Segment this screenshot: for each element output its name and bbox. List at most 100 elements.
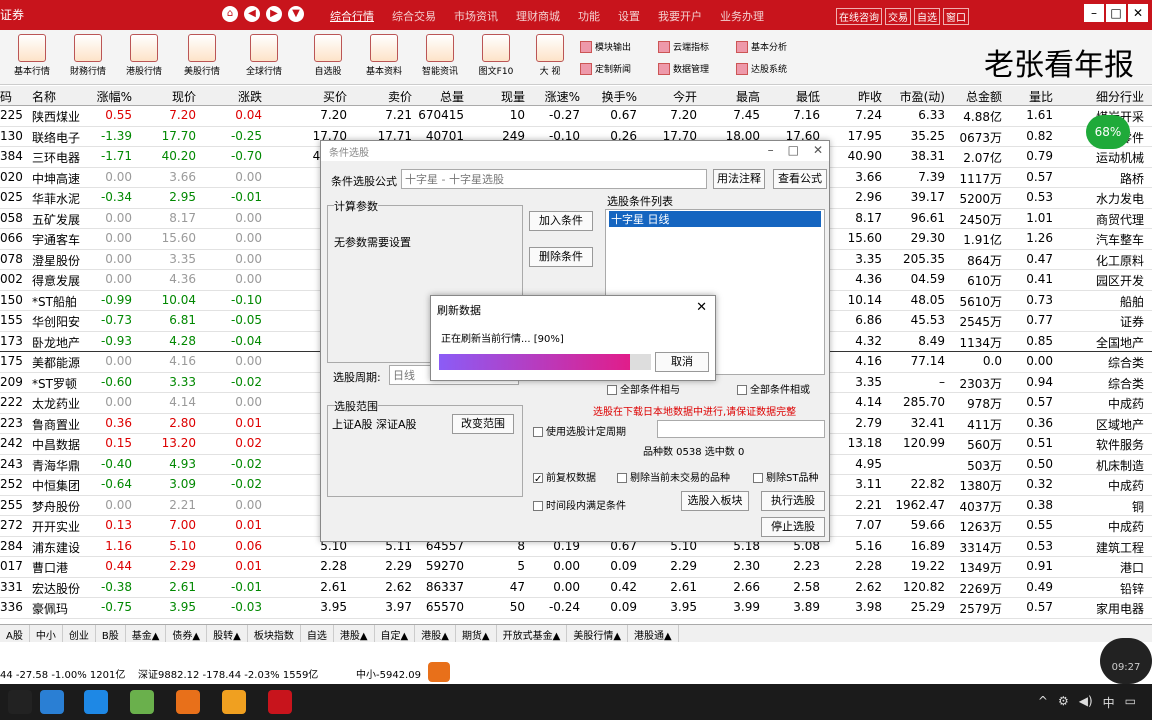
ime-icon[interactable] bbox=[428, 662, 450, 682]
home-icon[interactable]: ⌂ bbox=[222, 6, 238, 22]
market-tab[interactable]: 自选 bbox=[301, 625, 334, 642]
column-header[interactable]: 涨跌 bbox=[238, 88, 262, 105]
column-header[interactable]: 总量 bbox=[440, 88, 464, 105]
app-icon[interactable] bbox=[130, 690, 154, 714]
minimize-icon[interactable]: – bbox=[768, 143, 774, 157]
close-icon[interactable]: ✕ bbox=[1128, 4, 1148, 22]
menu-item[interactable]: 综合行情 bbox=[330, 8, 374, 24]
app-icon[interactable] bbox=[176, 690, 200, 714]
view-formula-button[interactable]: 查看公式 bbox=[773, 169, 827, 189]
toolbar-button[interactable]: 全球行情 bbox=[236, 34, 292, 77]
market-tab[interactable]: 开放式基金▲ bbox=[497, 625, 568, 642]
market-tab[interactable]: 债券▲ bbox=[166, 625, 208, 642]
column-header[interactable]: 最高 bbox=[736, 88, 760, 105]
explorer-icon[interactable] bbox=[40, 690, 64, 714]
menu-item[interactable]: 业务办理 bbox=[720, 8, 764, 24]
toolbar-button[interactable]: 智能资讯 bbox=[412, 34, 468, 77]
delete-condition-button[interactable]: 删除条件 bbox=[529, 247, 593, 267]
maximize-icon[interactable]: □ bbox=[788, 143, 799, 157]
market-tab[interactable]: 创业 bbox=[63, 625, 96, 642]
quick-menu-item[interactable]: 在线咨询 bbox=[836, 8, 882, 25]
column-header[interactable]: 量比 bbox=[1029, 88, 1053, 105]
market-tab[interactable]: 股转▲ bbox=[207, 625, 248, 642]
market-tab[interactable]: 港股▲ bbox=[415, 625, 456, 642]
column-header[interactable]: 涨速% bbox=[545, 88, 580, 105]
back-icon[interactable]: ◀ bbox=[244, 6, 260, 22]
column-header[interactable]: 买价 bbox=[323, 88, 347, 105]
toolbar-button[interactable]: 图文F10 bbox=[468, 34, 524, 77]
menu-item[interactable]: 理财商城 bbox=[516, 8, 560, 24]
column-header[interactable]: 今开 bbox=[673, 88, 697, 105]
column-header[interactable]: 细分行业 bbox=[1096, 88, 1144, 105]
menu-item[interactable]: 我要开户 bbox=[658, 8, 702, 24]
market-tab[interactable]: B股 bbox=[96, 625, 126, 642]
dropdown-icon[interactable]: ▼ bbox=[288, 6, 304, 22]
menu-item[interactable]: 设置 bbox=[618, 8, 640, 24]
quick-menu-item[interactable]: 自选 bbox=[914, 8, 940, 25]
column-header[interactable]: 换手% bbox=[602, 88, 637, 105]
market-tab[interactable]: 港股▲ bbox=[334, 625, 375, 642]
menu-item[interactable]: 综合交易 bbox=[392, 8, 436, 24]
menu-item[interactable]: 功能 bbox=[578, 8, 600, 24]
column-header[interactable]: 最低 bbox=[796, 88, 820, 105]
toolbar-button[interactable]: 港股行情 bbox=[116, 34, 172, 77]
use-formula-button[interactable]: 用法注释 bbox=[713, 169, 765, 189]
market-tab[interactable]: 板块指数 bbox=[248, 625, 301, 642]
formula-select[interactable]: 十字星 - 十字星选股 bbox=[401, 169, 707, 189]
close-icon[interactable]: ✕ bbox=[813, 143, 823, 157]
forward-icon[interactable]: ▶ bbox=[266, 6, 282, 22]
column-header[interactable]: 现价 bbox=[172, 88, 196, 105]
table-row[interactable]: 331 宏达股份 -0.38 2.61 -0.01 2.61 2.62 86337 47 0.00… bbox=[0, 578, 1152, 598]
market-tab[interactable]: 美股行情▲ bbox=[567, 625, 629, 642]
start-icon[interactable] bbox=[8, 690, 32, 714]
toolbar-small-button[interactable]: 数据管理 bbox=[658, 62, 709, 75]
toolbar-button[interactable]: 自选股 bbox=[300, 34, 356, 77]
quick-menu-item[interactable]: 窗口 bbox=[943, 8, 969, 25]
column-header[interactable]: 现量 bbox=[501, 88, 525, 105]
toolbar-button[interactable]: 美股行情 bbox=[174, 34, 230, 77]
minimize-icon[interactable]: – bbox=[1084, 4, 1104, 22]
toolbar-button[interactable]: 基本资料 bbox=[356, 34, 412, 77]
time-range-checkbox[interactable]: 时间段内满足条件 bbox=[533, 497, 626, 512]
column-header[interactable]: 市盈(动) bbox=[900, 88, 945, 105]
table-row[interactable]: 225 陕西煤业 0.55 7.20 0.04 7.20 7.21 670415 10 -0.27… bbox=[0, 106, 1152, 127]
column-header[interactable]: 名称 bbox=[32, 88, 56, 105]
menu-item[interactable]: 市场资讯 bbox=[454, 8, 498, 24]
toolbar-button[interactable]: 大 视 bbox=[522, 34, 578, 77]
add-condition-button[interactable]: 加入条件 bbox=[529, 211, 593, 231]
period-checkbox[interactable]: 使用选股计定周期 bbox=[533, 423, 626, 438]
toolbar-small-button[interactable]: 基本分析 bbox=[736, 40, 787, 53]
period-field[interactable] bbox=[657, 420, 825, 438]
stock-app-icon[interactable] bbox=[268, 690, 292, 714]
column-header[interactable]: 涨幅% bbox=[97, 88, 132, 105]
toolbar-small-button[interactable]: 达股系统 bbox=[736, 62, 787, 75]
market-tab[interactable]: 基金▲ bbox=[126, 625, 167, 642]
stop-button[interactable]: 停止选股 bbox=[761, 517, 825, 537]
to-block-button[interactable]: 选股入板块 bbox=[681, 491, 749, 511]
condition-item[interactable]: 十字星 日线 bbox=[609, 211, 821, 227]
prev-adjust-checkbox[interactable]: ✓ 前复权数据 bbox=[533, 469, 596, 485]
change-scope-button[interactable]: 改变范围 bbox=[452, 414, 514, 434]
table-row[interactable]: 017 曹口港 0.44 2.29 0.01 2.28 2.29 59270 5 0.00 0.09… bbox=[0, 557, 1152, 578]
column-header[interactable]: 码 bbox=[0, 88, 12, 105]
column-header[interactable]: 昨收 bbox=[858, 88, 882, 105]
table-row[interactable]: 336 豪佩玛 -0.75 3.95 -0.03 3.95 3.97 65570 50 -0.24… bbox=[0, 598, 1152, 619]
market-tab[interactable]: 中小 bbox=[30, 625, 63, 642]
edge-icon[interactable] bbox=[84, 690, 108, 714]
toolbar-small-button[interactable]: 云端指标 bbox=[658, 40, 709, 53]
market-tab[interactable]: A股 bbox=[0, 625, 30, 642]
toolbar-button[interactable]: 基本行情 bbox=[4, 34, 60, 77]
market-tab[interactable]: 港股通▲ bbox=[628, 625, 679, 642]
market-tab[interactable]: 自定▲ bbox=[375, 625, 416, 642]
toolbar-small-button[interactable]: 定制新闻 bbox=[580, 62, 631, 75]
toolbar-small-button[interactable]: 模块输出 bbox=[580, 40, 631, 53]
column-header[interactable]: 卖价 bbox=[388, 88, 412, 105]
column-header[interactable]: 总金额 bbox=[966, 88, 1002, 105]
market-tab[interactable]: 期货▲ bbox=[456, 625, 497, 642]
exclude-st-checkbox[interactable]: 剔除ST品种 bbox=[753, 469, 818, 484]
maximize-icon[interactable]: □ bbox=[1106, 4, 1126, 22]
toolbar-button[interactable]: 財務行情 bbox=[60, 34, 116, 77]
close-icon[interactable]: ✕ bbox=[696, 300, 707, 315]
app-icon[interactable] bbox=[222, 690, 246, 714]
execute-button[interactable]: 执行选股 bbox=[761, 491, 825, 511]
